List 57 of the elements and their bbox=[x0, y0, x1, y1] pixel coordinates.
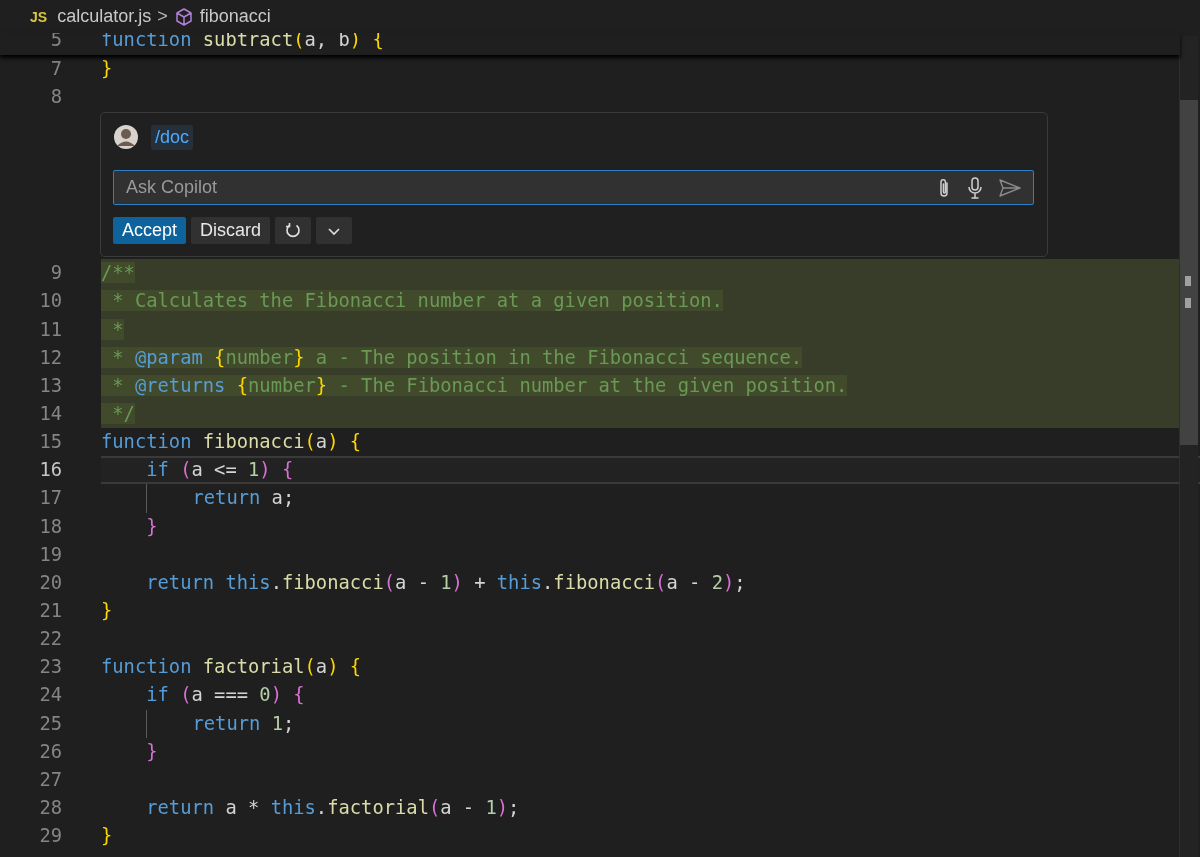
line-number: 7 bbox=[49, 57, 62, 81]
code-line: function factorial(a) { bbox=[101, 655, 363, 680]
slash-command[interactable]: /doc bbox=[151, 124, 194, 150]
microphone-icon[interactable] bbox=[967, 176, 983, 199]
line-number: 25 bbox=[38, 711, 62, 736]
code-line: function fibonacci(a) { bbox=[101, 430, 363, 455]
paperclip-icon[interactable] bbox=[937, 176, 951, 199]
code-line: return a; bbox=[101, 484, 1200, 513]
line-number: 8 bbox=[49, 85, 62, 110]
refresh-icon bbox=[284, 221, 303, 240]
line-number: 9 bbox=[49, 261, 62, 286]
code-line: } bbox=[101, 824, 114, 849]
discard-button[interactable]: Discard bbox=[191, 217, 271, 245]
code-line: return 1; bbox=[101, 709, 1200, 738]
line-number: 24 bbox=[38, 683, 62, 708]
overview-mark bbox=[1185, 298, 1191, 308]
refresh-button[interactable] bbox=[275, 217, 312, 245]
line-number: 19 bbox=[38, 542, 62, 567]
chevron-down-icon bbox=[327, 225, 342, 236]
line-number: 14 bbox=[38, 402, 62, 426]
ask-copilot-input[interactable]: Ask Copilot bbox=[124, 176, 937, 200]
line-number: 13 bbox=[38, 373, 62, 398]
line-number: 22 bbox=[38, 627, 62, 652]
cube-icon bbox=[173, 6, 194, 27]
line-number: 12 bbox=[38, 345, 62, 370]
file-type-label: JS bbox=[30, 8, 48, 25]
line-number: 21 bbox=[38, 598, 62, 623]
overview-mark bbox=[1185, 276, 1191, 286]
breadcrumb-separator: > bbox=[157, 6, 168, 27]
chat-input-box[interactable]: Ask Copilot bbox=[113, 170, 1034, 206]
scrollbar-thumb[interactable] bbox=[1180, 100, 1198, 445]
more-button[interactable] bbox=[316, 217, 353, 245]
breadcrumb-symbol[interactable]: fibonacci bbox=[199, 6, 271, 27]
avatar-icon bbox=[113, 124, 139, 151]
code-line: return this.fibonacci(a - 1) + this.fibonacci(a - 2); bbox=[145, 570, 747, 595]
line-number: 17 bbox=[38, 486, 62, 511]
line-number: 15 bbox=[38, 430, 62, 455]
line-number: 18 bbox=[38, 514, 62, 539]
send-icon[interactable] bbox=[999, 178, 1021, 197]
accept-button[interactable]: Accept bbox=[113, 217, 187, 245]
code-line: } bbox=[145, 739, 159, 764]
line-number: 26 bbox=[38, 739, 62, 764]
line-number: 10 bbox=[38, 289, 62, 314]
line-number: 28 bbox=[38, 795, 62, 820]
code-line: } bbox=[101, 57, 114, 81]
line-number: 16 bbox=[38, 458, 62, 483]
line-number: 11 bbox=[38, 317, 62, 342]
line-number: 27 bbox=[38, 767, 62, 792]
line-number: 23 bbox=[38, 655, 62, 680]
line-number: 29 bbox=[38, 824, 62, 849]
code-line: } bbox=[101, 598, 114, 623]
line-number: 5 bbox=[49, 33, 62, 52]
line-number: 20 bbox=[38, 570, 62, 595]
breadcrumb-file[interactable]: calculator.js bbox=[57, 6, 152, 27]
code-line: if (a === 0) { bbox=[145, 683, 306, 708]
code-line: return a * this.factorial(a - 1); bbox=[145, 795, 521, 820]
code-line: } bbox=[145, 514, 159, 539]
